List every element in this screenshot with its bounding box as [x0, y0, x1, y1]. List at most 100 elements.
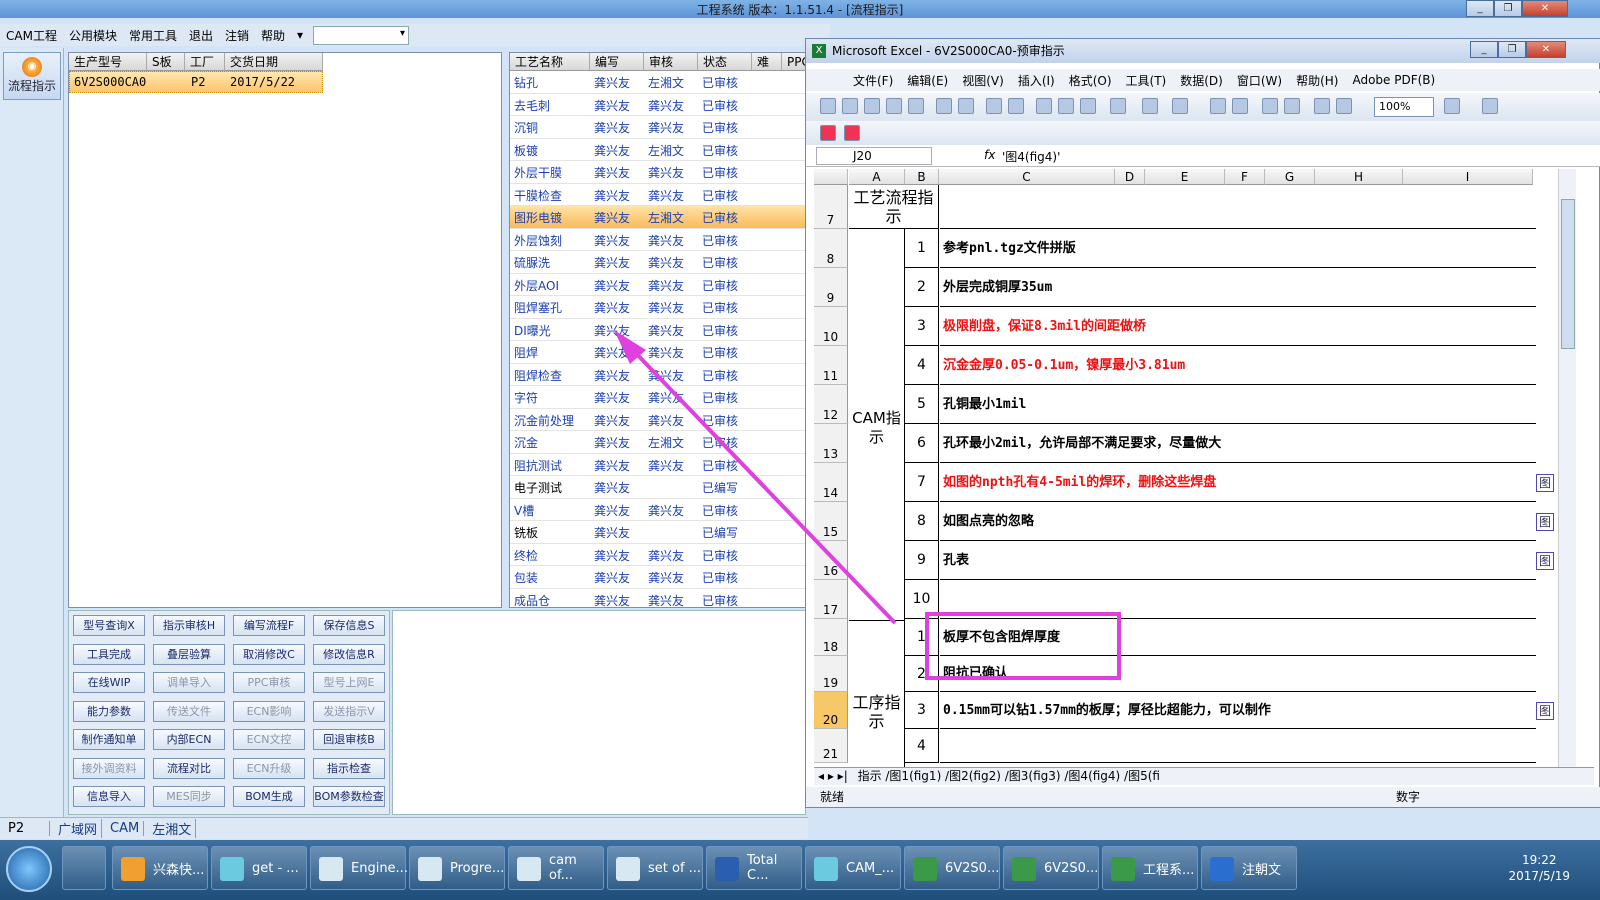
cell-number[interactable]: 5 — [905, 385, 939, 424]
image-link-icon[interactable]: 图 — [1536, 512, 1554, 531]
copy-icon[interactable] — [1058, 98, 1074, 114]
cell-instruction[interactable] — [940, 729, 1536, 763]
menu-cam[interactable]: CAM工程 — [0, 27, 63, 44]
menu-common-modules[interactable]: 公用模块 — [63, 27, 123, 44]
action-button[interactable]: 在线WIP — [73, 672, 145, 693]
table-row[interactable]: 图形电镀 龚兴友 左湘文 已审核 — [510, 206, 808, 229]
cell-number[interactable]: 7 — [905, 463, 939, 502]
table-row[interactable]: 沉铜 龚兴友 龚兴友 已审核 — [510, 116, 808, 139]
action-button[interactable]: 型号上网E — [313, 672, 385, 693]
column-header[interactable]: C — [939, 169, 1115, 185]
hyperlink-icon[interactable] — [1210, 98, 1226, 114]
image-link-icon[interactable]: 图 — [1536, 551, 1554, 570]
taskbar-item[interactable]: 6V2S0... — [1003, 846, 1099, 890]
row-header[interactable]: 21 — [814, 729, 848, 763]
action-button[interactable]: 型号查询X — [73, 615, 145, 636]
action-button[interactable]: ECN影响 — [233, 700, 305, 722]
action-button[interactable]: 修改信息R — [313, 643, 385, 665]
row-header[interactable]: 7 — [814, 185, 848, 229]
pdf-email-icon[interactable] — [844, 125, 860, 141]
save-icon[interactable] — [864, 98, 880, 114]
col-header-date[interactable]: 交货日期 — [225, 53, 323, 71]
cell-number[interactable]: 8 — [905, 502, 939, 541]
column-header[interactable]: B — [905, 169, 939, 185]
column-header[interactable]: F — [1225, 169, 1265, 185]
taskbar-item[interactable]: Engine... — [310, 846, 408, 890]
table-row[interactable]: 外层AOI 龚兴友 龚兴友 已审核 — [510, 274, 808, 296]
action-button[interactable]: PPC审核 — [233, 672, 305, 693]
col-header-model[interactable]: 生产型号 — [69, 53, 147, 71]
excel-menu-item[interactable]: 格式(O) — [1062, 72, 1119, 89]
excel-menu-item[interactable]: 数据(D) — [1173, 72, 1230, 89]
cell-instruction[interactable]: 孔铜最小1mil — [940, 385, 1536, 424]
action-button[interactable]: 指示检查 — [313, 757, 385, 779]
taskbar-item[interactable]: 注朝文 — [1201, 846, 1297, 890]
excel-minimize-icon[interactable]: _ — [1470, 41, 1498, 58]
column-header[interactable]: H — [1315, 169, 1403, 185]
image-link-icon[interactable]: 图 — [1536, 473, 1554, 492]
vertical-scrollbar[interactable] — [1558, 169, 1576, 767]
autosum-icon[interactable] — [1232, 98, 1248, 114]
menu-combo[interactable] — [313, 25, 410, 45]
new-icon[interactable] — [820, 98, 836, 114]
corner-select-all[interactable] — [814, 169, 848, 185]
action-button[interactable]: MES同步 — [153, 786, 225, 807]
action-button[interactable]: BOM生成 — [233, 786, 305, 807]
column-header[interactable]: G — [1265, 169, 1315, 185]
cell-instruction[interactable]: 沉金金厚0.05-0.1um，镍厚最小3.81um — [940, 346, 1536, 385]
cell-instruction[interactable]: 如图点亮的忽略 — [940, 502, 1536, 541]
action-button[interactable]: 编写流程F — [233, 615, 305, 636]
action-button[interactable]: 能力参数 — [73, 700, 145, 722]
menu-chevron-down-icon[interactable]: ▾ — [291, 28, 309, 42]
action-button[interactable]: BOM参数检查 — [313, 786, 385, 807]
col-header-reviewer[interactable]: 审核 — [644, 53, 698, 71]
email-icon[interactable] — [908, 98, 924, 114]
name-box[interactable]: J20 — [816, 147, 932, 165]
menu-exit[interactable]: 退出 — [183, 27, 219, 44]
action-button[interactable]: 制作通知单 — [73, 729, 145, 750]
taskbar-item[interactable]: Progre... — [409, 846, 505, 890]
permission-icon[interactable] — [886, 98, 902, 114]
cell-number[interactable]: 9 — [905, 541, 939, 580]
action-button[interactable]: 内部ECN — [153, 729, 225, 750]
redo-icon[interactable] — [1172, 98, 1188, 114]
help-icon[interactable] — [1444, 98, 1460, 114]
excel-menu-item[interactable]: 视图(V) — [955, 72, 1011, 89]
menu-logout[interactable]: 注销 — [219, 27, 255, 44]
menu-tools[interactable]: 常用工具 — [123, 27, 183, 44]
table-row[interactable]: 硫脲洗 龚兴友 龚兴友 已审核 — [510, 251, 808, 274]
excel-menu-item[interactable]: 文件(F) — [846, 72, 900, 89]
taskbar-item[interactable]: 工程系... — [1102, 846, 1198, 890]
calculator-icon[interactable] — [62, 846, 106, 890]
column-header[interactable]: A — [849, 169, 905, 185]
cell-instruction[interactable]: 0.15mm可以钻1.57mm的板厚；厚径比超能力，可以制作 — [940, 692, 1536, 729]
zoom-select[interactable]: 100% — [1374, 97, 1434, 117]
action-button[interactable]: 工具完成 — [73, 643, 145, 665]
close-icon[interactable]: ✕ — [1522, 0, 1568, 17]
research-icon[interactable] — [1008, 98, 1024, 114]
action-button[interactable]: 传送文件 — [153, 700, 225, 722]
taskbar-item[interactable]: Total C... — [706, 846, 802, 890]
action-button[interactable]: ECN升级 — [233, 757, 305, 779]
table-row[interactable]: 去毛刺 龚兴友 龚兴友 已审核 — [510, 94, 808, 116]
pdf-create-icon[interactable] — [820, 125, 836, 141]
undo-icon[interactable] — [1142, 98, 1158, 114]
sheet-tab-list[interactable]: 指示 /图1(fig1) /图2(fig2) /图3(fig3) /图4(fig… — [852, 769, 1160, 783]
cell-number[interactable]: 1 — [905, 229, 939, 268]
cell-number[interactable]: 3 — [905, 692, 939, 729]
format-painter-icon[interactable] — [1110, 98, 1126, 114]
sort-desc-icon[interactable] — [1284, 98, 1300, 114]
excel-menu-item[interactable]: 帮助(H) — [1289, 72, 1345, 89]
cell-number[interactable]: 4 — [905, 729, 939, 763]
column-header[interactable]: D — [1115, 169, 1145, 185]
taskbar-item[interactable]: get - ... — [211, 846, 307, 890]
chart-wizard-icon[interactable] — [1314, 98, 1330, 114]
row-header[interactable]: 20 — [814, 692, 848, 729]
spelling-icon[interactable] — [986, 98, 1002, 114]
formula-input[interactable]: '图4(fig4)' — [1002, 148, 1060, 165]
flow-instruction-button[interactable]: ◉ 流程指示 — [3, 52, 61, 100]
col-header-factory[interactable]: 工厂 — [185, 53, 225, 71]
cell-instruction[interactable]: 孔表 — [940, 541, 1536, 580]
image-link-icon[interactable]: 图 — [1536, 701, 1554, 720]
print-icon[interactable] — [936, 98, 952, 114]
